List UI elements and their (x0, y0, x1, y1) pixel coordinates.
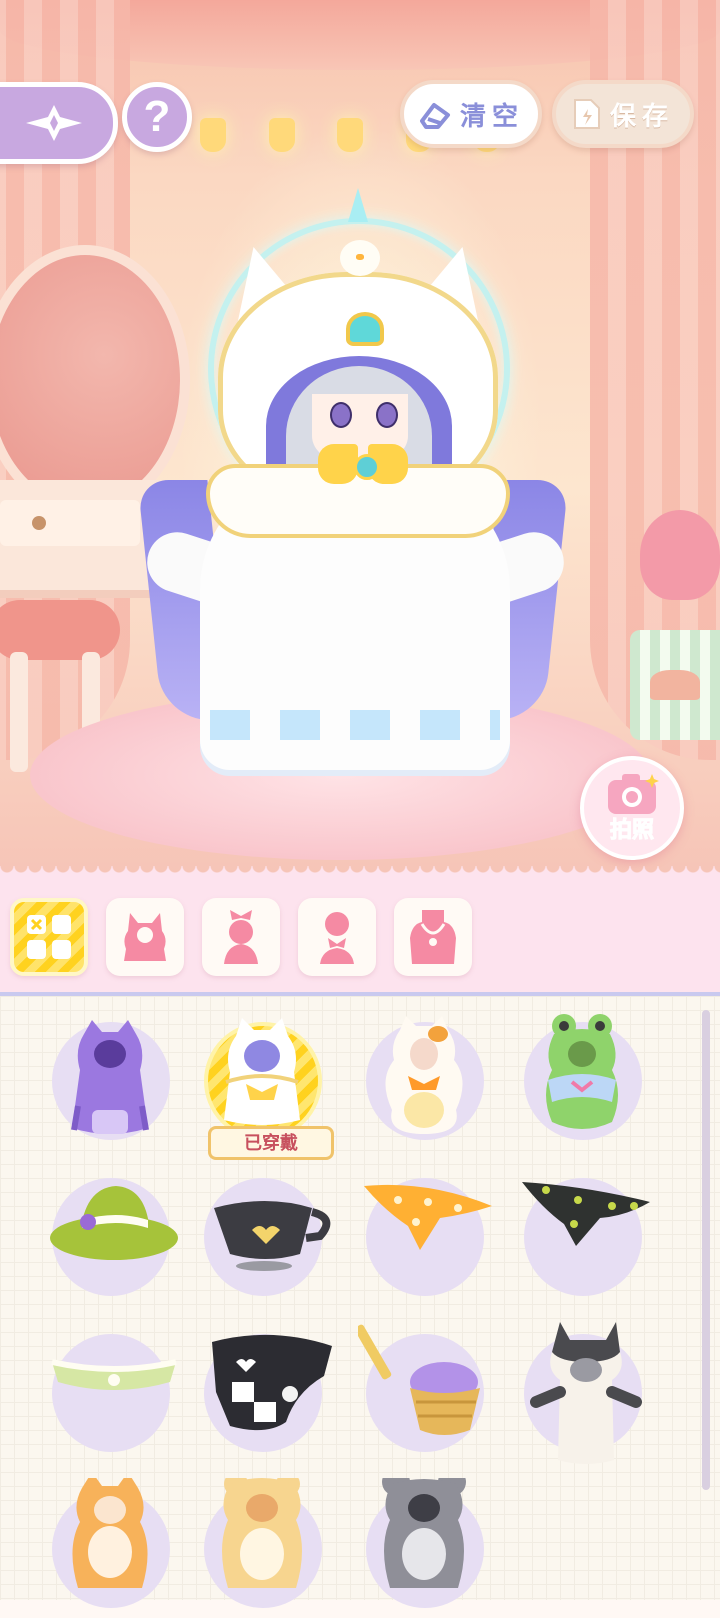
gray-mouse-suit-icon (382, 1478, 466, 1588)
green-hat-icon (50, 1186, 178, 1260)
bust-accessory-icon (320, 912, 354, 964)
black-teacup-hat-icon (214, 1201, 331, 1271)
item-frog-suit[interactable] (524, 1014, 652, 1150)
item-bear-suit[interactable] (204, 1478, 332, 1618)
patchwork-collar-icon (212, 1334, 332, 1431)
item-orange-polka-bandana[interactable] (364, 1178, 494, 1306)
orange-bandana-icon (364, 1184, 492, 1250)
calico-cat-suit-icon (385, 1016, 463, 1134)
black-bandana-icon (522, 1182, 650, 1246)
item-gray-mouse-suit[interactable] (366, 1478, 494, 1618)
back-compass-button[interactable] (0, 82, 118, 164)
black-cat-suit-icon (530, 1322, 642, 1464)
photo-button-label: 拍照 (609, 817, 654, 843)
hood-gem (346, 312, 384, 346)
item-green-hat[interactable] (50, 1178, 180, 1306)
clear-button-label: 清空 (459, 100, 524, 131)
item-black-cat-suit[interactable] (524, 1322, 652, 1464)
category-tab-all[interactable] (10, 898, 88, 976)
bear-suit-icon (222, 1478, 302, 1588)
category-tab-headwear[interactable] (202, 898, 280, 976)
item-purple-ghost-cloak[interactable] (52, 1020, 180, 1150)
pink-plush-toy (640, 510, 720, 600)
item-calico-cat-suit[interactable] (366, 1016, 494, 1150)
gingham-collar-icon (51, 1359, 177, 1390)
chick-on-hood (340, 240, 380, 276)
eye-left (330, 402, 352, 428)
help-button[interactable]: ? (122, 82, 192, 152)
eraser-icon (419, 103, 450, 129)
item-flower-basket[interactable] (358, 1324, 494, 1462)
category-tab-neck-accessory[interactable] (298, 898, 376, 976)
bow-bust-icon (224, 910, 258, 964)
flower-basket-icon (358, 1324, 480, 1435)
vanity-mirror (0, 245, 190, 515)
item-black-patchwork-collar[interactable] (204, 1334, 332, 1462)
gift-box (630, 630, 720, 740)
eye-right (376, 402, 398, 428)
frog-suit-icon (546, 1014, 618, 1129)
photo-button[interactable]: 拍照 (580, 756, 684, 860)
halo-arrow (348, 188, 368, 222)
item-white-cat-mage-cloak[interactable]: 已穿戴 (204, 1018, 334, 1160)
clear-button[interactable]: 清空 (400, 80, 542, 148)
robe-hem-pattern (210, 710, 500, 740)
worn-badge: 已穿戴 (208, 1126, 334, 1160)
item-grid-scrollbar[interactable] (702, 1010, 710, 1490)
necklace-icon (410, 910, 456, 964)
category-tab-necklace[interactable] (394, 898, 472, 976)
hood-silhouette-icon (124, 913, 166, 961)
category-bar (0, 876, 720, 996)
save-button-label: 保存 (609, 100, 674, 131)
item-black-polka-bandana[interactable] (522, 1178, 652, 1306)
compass-star-icon (26, 105, 82, 141)
item-orange-cat-suit[interactable] (52, 1478, 180, 1618)
purple-ghost-cloak-icon (71, 1020, 149, 1134)
camera-icon (608, 774, 659, 814)
orange-cat-suit-icon (72, 1478, 148, 1588)
category-tab-hooded-outfit[interactable] (106, 898, 184, 976)
item-black-teacup-hat[interactable] (204, 1178, 332, 1306)
item-gingham-collar[interactable] (51, 1334, 180, 1462)
grid-icon (27, 915, 71, 959)
yellow-bow (318, 444, 408, 488)
save-button[interactable]: 保存 (552, 80, 694, 148)
save-file-icon (573, 99, 600, 129)
